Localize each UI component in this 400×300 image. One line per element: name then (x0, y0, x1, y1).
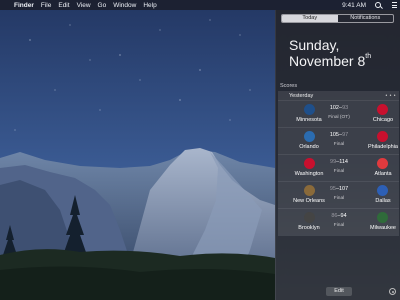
scores-day-label: Yesterday (289, 92, 314, 99)
away-team-name: Atlanta (374, 171, 392, 177)
tab-today[interactable]: Today (282, 15, 338, 22)
team-logo-icon (304, 104, 315, 115)
games-list: 102–93 Minnesota Final (OT) Chicago 105–97 Or… (278, 101, 399, 236)
settings-gear-icon[interactable] (389, 288, 396, 295)
game-status: Final (333, 196, 345, 201)
edit-button[interactable]: Edit (326, 287, 352, 296)
notification-center-panel: Today Notifications Sunday, November 8th… (275, 10, 400, 300)
scores-widget-title: Scores (280, 83, 298, 89)
today-date-heading: Sunday, November 8th (289, 37, 371, 69)
menu-edit[interactable]: Edit (58, 2, 69, 9)
menu-window[interactable]: Window (113, 2, 136, 9)
date-month-day: November 8th (289, 53, 372, 69)
game-row[interactable]: 95–107 New Orleans Final Dallas (278, 182, 399, 209)
team-logo-icon (377, 104, 388, 115)
game-row[interactable]: 105–97 Orlando Final Philadelphia (278, 128, 399, 155)
game-score: 86–94 (331, 213, 347, 219)
menu-go[interactable]: Go (98, 2, 107, 9)
team-logo-icon (304, 185, 315, 196)
game-score: 99–114 (330, 159, 348, 165)
menu-view[interactable]: View (77, 2, 91, 9)
app-menu-finder[interactable]: Finder (14, 2, 34, 9)
away-team-name: Milwaukee (370, 225, 396, 231)
team-logo-icon (377, 131, 388, 142)
scores-widget: Yesterday • • • 102–93 Minnesota Final (OT… (278, 91, 399, 236)
menu-bar-extras: 9:41 AM (342, 0, 397, 10)
game-status: Final (333, 169, 345, 174)
game-score: 95–107 (329, 186, 349, 192)
menu-help[interactable]: Help (143, 2, 156, 9)
game-row[interactable]: 99–114 Washington Final Atlanta (278, 155, 399, 182)
notification-center-icon[interactable] (390, 2, 397, 8)
game-score: 102–93 (329, 105, 349, 111)
team-logo-icon (304, 131, 315, 142)
tab-notifications[interactable]: Notifications (338, 15, 394, 22)
game-row[interactable]: 86–94 Brooklyn Final Milwaukee (278, 209, 399, 236)
team-logo-icon (377, 158, 388, 169)
away-team-name: Philadelphia (368, 144, 398, 150)
date-ordinal-suffix: th (365, 53, 372, 60)
menu-file[interactable]: File (41, 2, 51, 9)
team-logo-icon (377, 212, 388, 223)
game-status: Final (333, 142, 345, 147)
date-weekday: Sunday, (289, 37, 340, 53)
notification-center-tabs: Today Notifications (281, 14, 394, 23)
game-status: Final (333, 223, 345, 228)
team-logo-icon (377, 185, 388, 196)
team-logo-icon (304, 212, 315, 223)
menu-bar: Finder File Edit View Go Window Help 9:4… (0, 0, 400, 10)
game-status: Final (OT) (328, 115, 350, 120)
menu-bar-clock[interactable]: 9:41 AM (342, 2, 366, 9)
game-score: 105–97 (329, 132, 349, 138)
away-team-name: Dallas (375, 198, 391, 204)
team-logo-icon (304, 158, 315, 169)
page-dots-icon[interactable]: • • • (385, 93, 396, 99)
game-row[interactable]: 102–93 Minnesota Final (OT) Chicago (278, 101, 399, 128)
scores-widget-header: Yesterday • • • (278, 91, 399, 101)
away-team-name: Chicago (372, 117, 394, 123)
spotlight-search-icon[interactable] (375, 2, 381, 8)
